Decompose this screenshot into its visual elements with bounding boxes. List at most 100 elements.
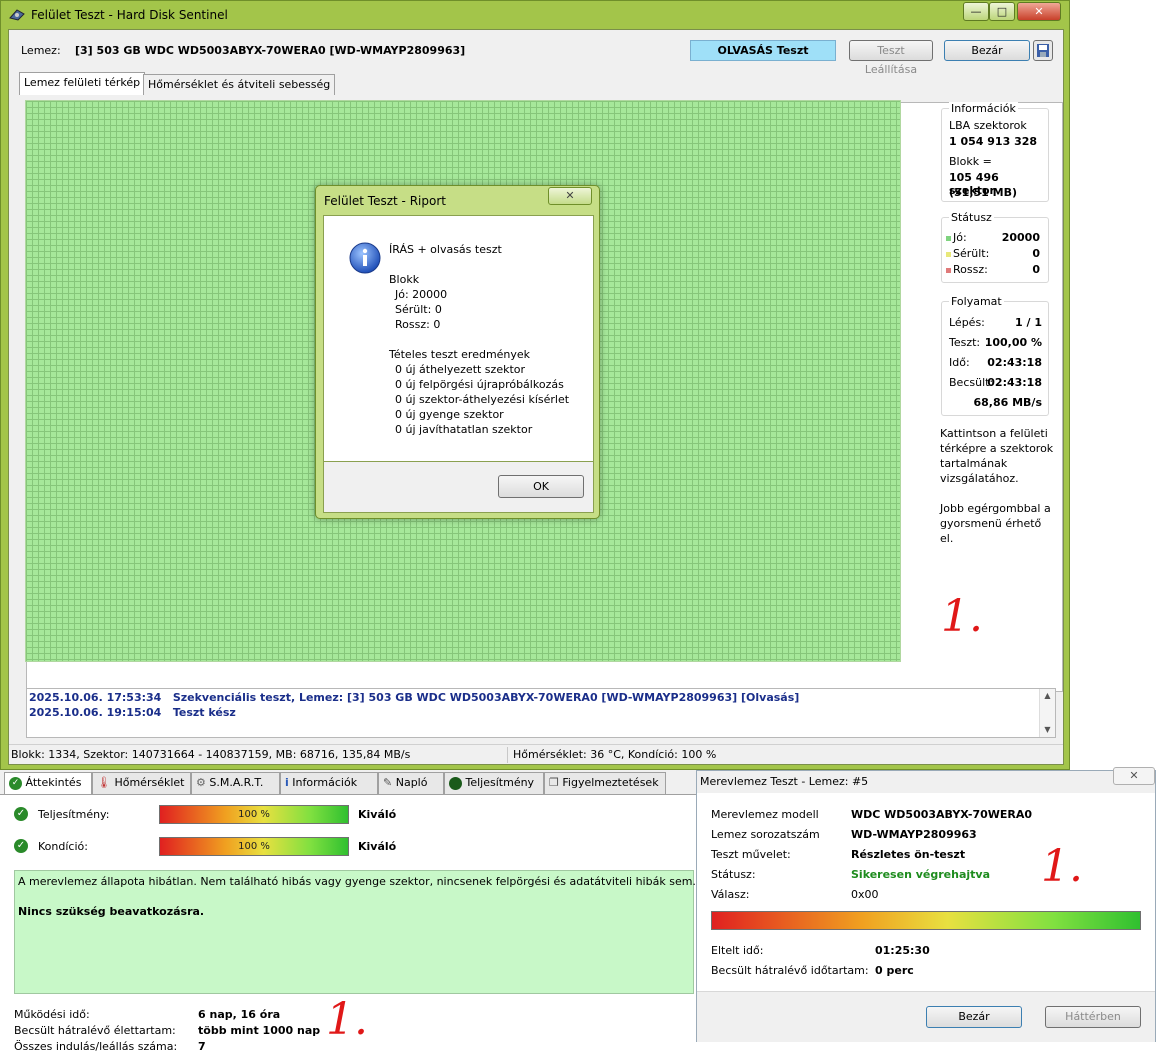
- tab-overview[interactable]: ✓ Áttekintés: [4, 772, 92, 794]
- disk-test-dialog: Merevlemez Teszt - Lemez: #5 ✕ Merevleme…: [696, 767, 1156, 1042]
- perf-bar-value: 100 %: [238, 809, 270, 820]
- damaged-value: 0: [1032, 247, 1040, 260]
- disk-value: [3] 503 GB WDC WD5003ABYX-70WERA0 [WD-WM…: [75, 44, 466, 57]
- progress-title: Folyamat: [949, 295, 1004, 308]
- report-good: Jó: 20000: [395, 288, 448, 301]
- tab-temperature-speed[interactable]: Hőmérséklet és átviteli sebesség: [143, 74, 336, 95]
- disk-test-title-bar[interactable]: Merevlemez Teszt - Lemez: #5: [697, 771, 1155, 793]
- handwritten-mark: 1.: [1041, 841, 1083, 892]
- tab-surface-map[interactable]: Lemez felületi térkép: [19, 72, 146, 95]
- report-dialog: Felület Teszt - Riport ✕ ÍRÁS + olvasás …: [315, 185, 600, 519]
- test-status-value: Sikeresen végrehajtva: [851, 868, 990, 881]
- report-damaged: Sérült: 0: [395, 303, 442, 316]
- remaining-value: 0 perc: [875, 964, 914, 977]
- perf-check-icon: ✓: [14, 807, 28, 821]
- disk-label: Lemez:: [21, 44, 61, 57]
- report-heading: ÍRÁS + olvasás teszt: [389, 243, 502, 256]
- cond-check-icon: ✓: [14, 839, 28, 853]
- app-icon: [9, 8, 25, 22]
- uptime-label: Működési idő:: [14, 1008, 90, 1021]
- good-label: Jó:: [953, 231, 967, 244]
- speed-value: 68,86 MB/s: [973, 396, 1042, 409]
- hint-text: Kattintson a felületi térképre a szektor…: [940, 426, 1058, 546]
- hint-line: tartalmának: [940, 457, 1008, 470]
- perf-rating: Kiváló: [358, 808, 397, 821]
- hint-line: el.: [940, 532, 954, 545]
- report-footer: OK: [323, 462, 594, 513]
- disk-test-title: Merevlemez Teszt - Lemez: #5: [700, 775, 869, 788]
- log-scrollbar[interactable]: ▲ ▼: [1039, 689, 1055, 737]
- report-result: 0 új gyenge szektor: [395, 408, 504, 421]
- hint-line: Jobb egérgombbal a: [940, 502, 1051, 515]
- save-icon[interactable]: [1033, 40, 1053, 61]
- log-text: Teszt kész: [172, 706, 236, 719]
- resp-label: Válasz:: [711, 888, 750, 901]
- block-mb: (51,51 MB): [949, 186, 1018, 199]
- report-result: 0 új áthelyezett szektor: [395, 363, 526, 376]
- info-title: Információk: [949, 102, 1018, 115]
- lba-value: 1 054 913 328: [949, 135, 1038, 148]
- background-button[interactable]: Háttérben: [1045, 1006, 1141, 1028]
- stop-test-button[interactable]: Teszt Leállítása: [849, 40, 933, 76]
- tab-alerts[interactable]: ❐ Figyelmeztetések: [544, 772, 666, 794]
- bad-value: 0: [1032, 263, 1040, 276]
- hint-line: gyorsmenü érhető: [940, 517, 1042, 530]
- good-value: 20000: [1001, 231, 1040, 244]
- test-label: Teszt:: [949, 336, 981, 349]
- report-result: 0 új javíthatatlan szektor: [395, 423, 533, 436]
- health-message-box: A merevlemez állapota hibátlan. Nem talá…: [14, 870, 696, 994]
- elapsed-value: 01:25:30: [875, 944, 930, 957]
- progress-group: Folyamat Lépés: 1 / 1 Teszt: 100,00 % Id…: [941, 295, 1049, 416]
- test-value: 100,00 %: [984, 336, 1042, 349]
- mode-indicator: OLVASÁS Teszt: [690, 40, 836, 61]
- report-close-button[interactable]: ✕: [548, 187, 592, 205]
- statusbar-temp-info: Hőmérséklet: 36 °C, Kondíció: 100 %: [513, 748, 717, 761]
- tab-temperature[interactable]: 🌡 Hőmérséklet: [92, 772, 191, 794]
- report-result: 0 új szektor-áthelyezési kísérlet: [395, 393, 570, 406]
- starts-value: 7: [198, 1040, 206, 1053]
- window-title: Felület Teszt - Hard Disk Sentinel: [31, 8, 228, 22]
- info-icon: [349, 242, 381, 277]
- tab-label: S.M.A.R.T.: [209, 776, 264, 789]
- report-block-title: Blokk: [389, 273, 420, 286]
- handwritten-mark: 1.: [326, 994, 368, 1045]
- perf-bar: 100 %: [159, 805, 349, 824]
- maximize-button[interactable]: □: [989, 2, 1015, 21]
- title-bar[interactable]: Felület Teszt - Hard Disk Sentinel — □ ✕: [1, 1, 1069, 29]
- info-group: Információk LBA szektorok 1 054 913 328 …: [941, 102, 1049, 202]
- health-message: A merevlemez állapota hibátlan. Nem talá…: [18, 875, 696, 888]
- tab-label: Információk: [292, 776, 358, 789]
- tab-log[interactable]: ✎ Napló: [378, 772, 444, 794]
- tab-information[interactable]: i Információk: [280, 772, 378, 794]
- tab-smart[interactable]: ⚙ S.M.A.R.T.: [191, 772, 280, 794]
- test-progress-bar: [711, 911, 1141, 930]
- starts-label: Összes indulás/leállás száma:: [14, 1040, 178, 1053]
- log-icon: ✎: [383, 776, 393, 789]
- tab-label: Áttekintés: [25, 776, 82, 789]
- smart-icon: ⚙: [196, 776, 206, 789]
- status-group: Státusz Jó: 20000 Sérült: 0 Rossz: 0: [941, 211, 1049, 283]
- disk-test-close-button[interactable]: Bezár: [926, 1006, 1022, 1028]
- minimize-button[interactable]: —: [963, 2, 989, 21]
- serial-label: Lemez sorozatszám: [711, 828, 820, 841]
- check-icon: ✓: [9, 776, 22, 790]
- step-value: 1 / 1: [1015, 316, 1042, 329]
- close-button[interactable]: Bezár: [944, 40, 1030, 61]
- log-entry: 2025.10.06. 19:15:04 Teszt kész: [29, 706, 236, 719]
- time-label: Idő:: [949, 356, 970, 369]
- disk-test-footer: Bezár Háttérben: [697, 991, 1155, 1042]
- log-panel: 2025.10.06. 17:53:34 Szekvenciális teszt…: [26, 688, 1056, 738]
- tab-performance[interactable]: Teljesítmény: [444, 772, 544, 794]
- remaining-label: Becsült hátralévő időtartam:: [711, 964, 869, 977]
- hint-line: térképre a szektorok: [940, 442, 1054, 455]
- ok-button[interactable]: OK: [498, 475, 584, 498]
- status-title: Státusz: [949, 211, 994, 224]
- damaged-swatch: [946, 252, 951, 257]
- close-window-button[interactable]: ✕: [1017, 2, 1061, 21]
- tab-label: Hőmérséklet: [114, 776, 185, 789]
- log-entry: 2025.10.06. 17:53:34 Szekvenciális teszt…: [29, 691, 799, 704]
- disk-test-close-icon[interactable]: ✕: [1113, 767, 1155, 785]
- info-small-icon: i: [285, 776, 289, 789]
- perf-label: Teljesítmény:: [38, 808, 110, 821]
- action-message: Nincs szükség beavatkozásra.: [18, 905, 205, 918]
